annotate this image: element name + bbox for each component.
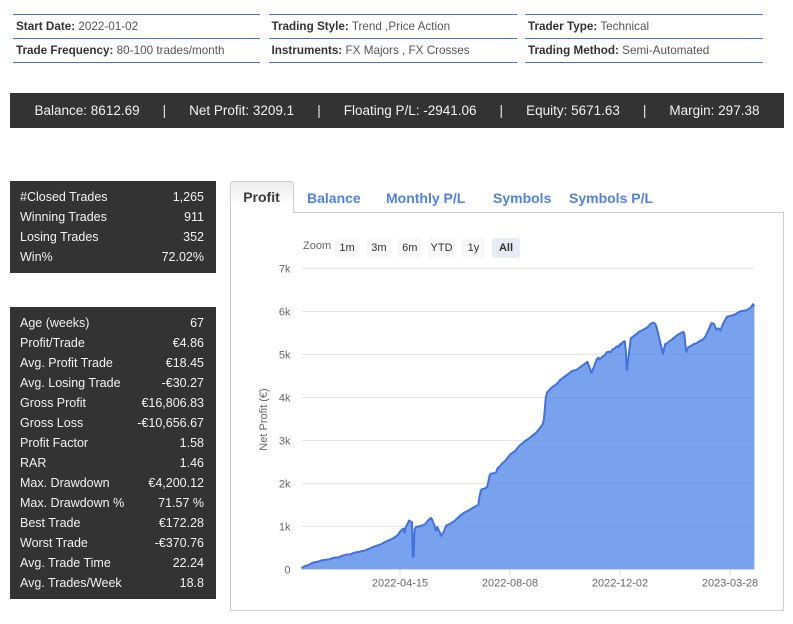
svg-text:Net Profit (€): Net Profit (€) (258, 388, 270, 450)
svg-text:5k: 5k (279, 350, 291, 362)
svg-text:0: 0 (284, 565, 290, 577)
svg-text:2k: 2k (279, 479, 291, 491)
svg-text:3k: 3k (279, 436, 291, 448)
svg-text:1k: 1k (279, 522, 291, 534)
svg-text:2022-04-15: 2022-04-15 (372, 578, 428, 590)
svg-text:4k: 4k (279, 393, 291, 405)
svg-text:6k: 6k (279, 307, 291, 319)
svg-text:2022-12-02: 2022-12-02 (592, 578, 648, 590)
svg-text:2022-08-08: 2022-08-08 (482, 578, 538, 590)
svg-text:2023-03-28: 2023-03-28 (702, 578, 758, 590)
svg-text:7k: 7k (279, 264, 291, 276)
